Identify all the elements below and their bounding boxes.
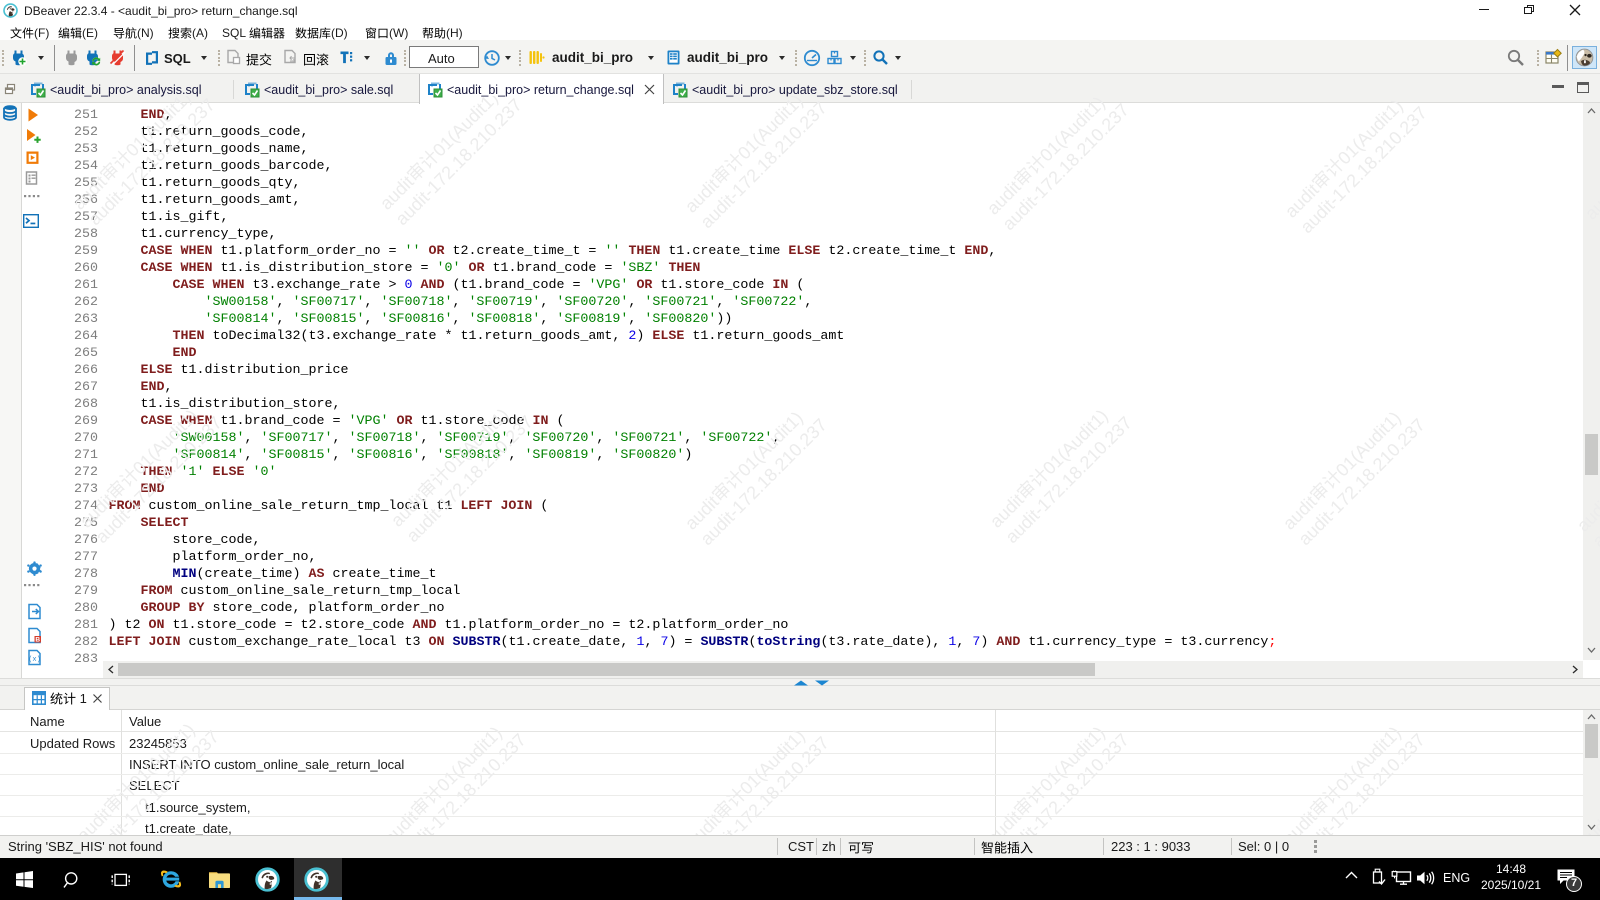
svg-text:(x): (x) [28, 656, 41, 664]
svg-text:B: B [35, 637, 40, 644]
